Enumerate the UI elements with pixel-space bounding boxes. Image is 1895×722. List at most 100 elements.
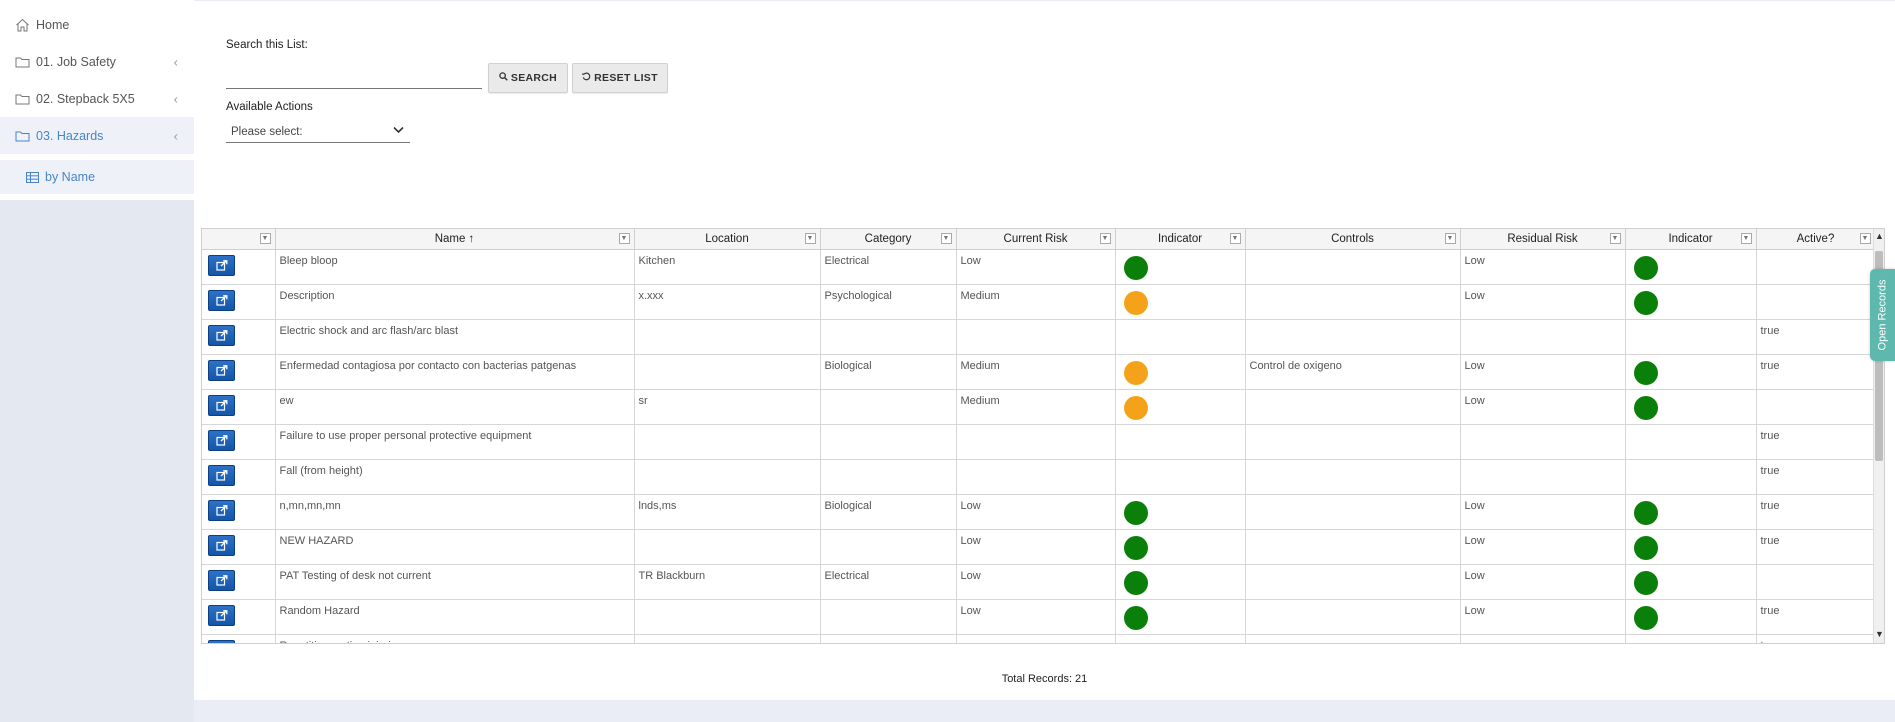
main-panel: Search this List: SEARCH RESET LIST Avai… <box>194 1 1895 700</box>
edit-cell <box>202 494 276 530</box>
sidebar-item-stepback[interactable]: 02. Stepback 5X5 ‹ <box>0 80 194 117</box>
table-row[interactable]: NEW HAZARD Low Low true <box>202 529 1876 565</box>
chevron-left-icon: ‹ <box>173 128 178 143</box>
risk-indicator-cell <box>1115 319 1246 355</box>
cell-current-risk: Medium <box>956 284 1116 320</box>
column-header[interactable]: Indicator ▼ <box>1115 229 1246 250</box>
column-header[interactable]: Name ↑ ▼ <box>275 229 635 250</box>
column-header[interactable]: Current Risk ▼ <box>956 229 1116 250</box>
cell-location <box>634 424 821 460</box>
cell-active: true <box>1756 319 1876 355</box>
column-header[interactable]: Location ▼ <box>634 229 821 250</box>
open-record-button[interactable] <box>208 639 235 643</box>
table-row[interactable]: n,mn,mn,mn lnds,ms Biological Low Low true <box>202 494 1876 530</box>
sidebar-subitem-by-name[interactable]: by Name <box>0 160 194 194</box>
table-row[interactable]: Failure to use proper personal protectiv… <box>202 424 1876 460</box>
table-row[interactable]: PAT Testing of desk not current TR Blackb… <box>202 564 1876 600</box>
table-row[interactable]: Random Hazard Low Low true <box>202 599 1876 635</box>
table-row[interactable]: Electric shock and arc flash/arc blast tr… <box>202 319 1876 355</box>
home-icon <box>14 18 30 32</box>
cell-current-risk <box>956 634 1116 643</box>
filter-icon[interactable]: ▼ <box>259 233 271 244</box>
cell-residual-risk: Low <box>1460 494 1626 530</box>
table-row[interactable]: Enfermedad contagiosa por contacto con b… <box>202 354 1876 390</box>
open-record-button[interactable] <box>208 499 235 521</box>
open-record-button[interactable] <box>208 464 235 486</box>
open-record-button[interactable] <box>208 324 235 346</box>
available-actions-label: Available Actions <box>226 101 313 113</box>
available-actions-select[interactable]: Please select: <box>226 121 410 143</box>
risk-indicator-cell <box>1115 564 1246 600</box>
cell-active: true <box>1756 459 1876 495</box>
search-button[interactable]: SEARCH <box>488 63 568 93</box>
total-records: Total Records: 21 <box>1001 673 1088 685</box>
filter-icon[interactable]: ▼ <box>940 233 952 244</box>
column-header[interactable]: Residual Risk ▼ <box>1460 229 1626 250</box>
sidebar-background <box>0 200 194 722</box>
cell-residual-risk: Low <box>1460 284 1626 320</box>
open-records-tab[interactable]: Open Records <box>1870 269 1895 361</box>
open-record-button[interactable] <box>208 534 235 556</box>
open-record-button[interactable] <box>208 359 235 381</box>
open-record-button[interactable] <box>208 569 235 591</box>
risk-indicator-cell <box>1115 634 1246 643</box>
reset-list-button[interactable]: RESET LIST <box>572 63 668 93</box>
filter-icon[interactable]: ▼ <box>804 233 816 244</box>
cell-name: PAT Testing of desk not current <box>275 564 635 600</box>
sidebar-item-job-safety[interactable]: 01. Job Safety ‹ <box>0 43 194 80</box>
column-header-label: Active? <box>1796 232 1835 245</box>
cell-active: true <box>1756 424 1876 460</box>
available-actions-value: Please select: <box>231 125 303 138</box>
cell-residual-risk: Low <box>1460 599 1626 635</box>
risk-indicator-dot <box>1633 500 1658 525</box>
cell-current-risk <box>956 459 1116 495</box>
table-row[interactable]: ew sr Medium Low <box>202 389 1876 425</box>
risk-indicator-cell <box>1115 459 1246 495</box>
column-header[interactable]: Indicator ▼ <box>1625 229 1757 250</box>
external-link-icon <box>215 294 227 306</box>
filter-icon[interactable]: ▼ <box>1609 233 1621 244</box>
cell-current-risk: Low <box>956 529 1116 565</box>
cell-name: Failure to use proper personal protectiv… <box>275 424 635 460</box>
external-link-icon <box>215 469 227 481</box>
open-record-button[interactable] <box>208 429 235 451</box>
sidebar-item-home[interactable]: Home <box>0 6 194 43</box>
sidebar-item-label: 02. Stepback 5X5 <box>36 91 135 106</box>
open-record-button[interactable] <box>208 289 235 311</box>
cell-category <box>820 634 957 643</box>
cell-category: Psychological <box>820 284 957 320</box>
filter-icon[interactable]: ▼ <box>1740 233 1752 244</box>
cell-active <box>1756 564 1876 600</box>
column-header[interactable]: Active? ▼ <box>1756 229 1876 250</box>
filter-icon[interactable]: ▼ <box>618 233 630 244</box>
table-row[interactable]: Fall (from height) true <box>202 459 1876 495</box>
risk-indicator-cell <box>1625 424 1757 460</box>
table-row[interactable]: Repetitive motion injuries true <box>202 634 1876 643</box>
cell-category <box>820 459 957 495</box>
cell-active: true <box>1756 494 1876 530</box>
filter-icon[interactable]: ▼ <box>1444 233 1456 244</box>
open-record-button[interactable] <box>208 604 235 626</box>
sidebar-item-hazards[interactable]: 03. Hazards ‹ <box>0 117 194 154</box>
folder-icon <box>14 129 30 143</box>
column-header[interactable]: Controls ▼ <box>1245 229 1461 250</box>
column-header[interactable]: Category ▼ <box>820 229 957 250</box>
risk-indicator-cell <box>1625 319 1757 355</box>
risk-indicator-cell <box>1625 249 1757 285</box>
cell-location <box>634 529 821 565</box>
filter-icon[interactable]: ▼ <box>1099 233 1111 244</box>
filter-icon[interactable]: ▼ <box>1859 233 1871 244</box>
table-row[interactable]: Bleep bloop Kitchen Electrical Low Low <box>202 249 1876 285</box>
open-record-button[interactable] <box>208 394 235 416</box>
scroll-down-arrow-icon[interactable]: ▼ <box>1875 629 1884 639</box>
cell-active <box>1756 249 1876 285</box>
column-header[interactable]: ▼ <box>202 229 276 250</box>
scroll-up-arrow-icon[interactable]: ▲ <box>1875 231 1884 241</box>
table-row[interactable]: Description x.xxx Psychological Medium Low <box>202 284 1876 320</box>
chevron-down-icon <box>393 125 404 137</box>
cell-residual-risk <box>1460 459 1626 495</box>
filter-icon[interactable]: ▼ <box>1229 233 1241 244</box>
open-record-button[interactable] <box>208 254 235 276</box>
cell-controls <box>1245 319 1461 355</box>
search-input[interactable] <box>226 65 482 89</box>
